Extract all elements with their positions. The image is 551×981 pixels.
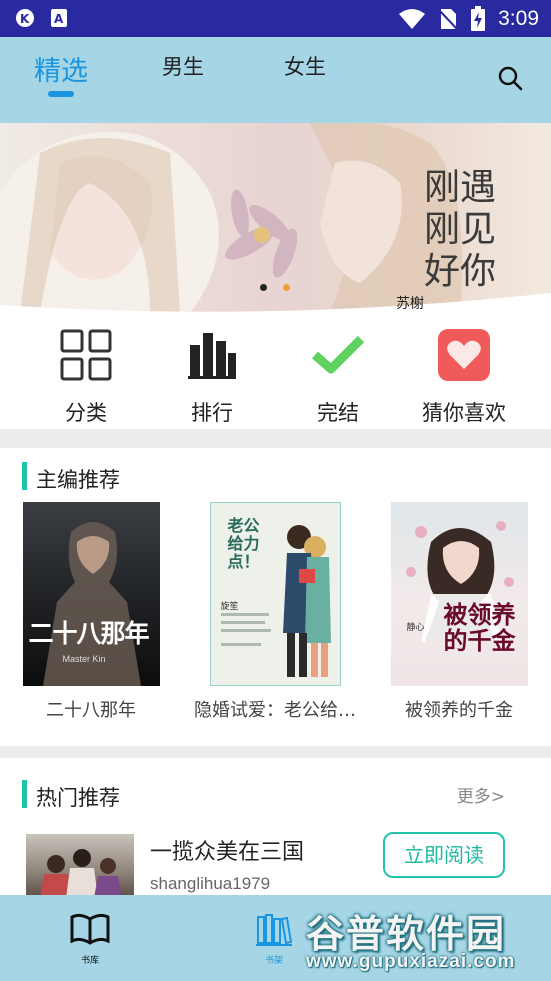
list-item-author: shanglihua1979 bbox=[150, 874, 271, 893]
bookshelf-icon bbox=[256, 914, 293, 946]
indicator-dot[interactable] bbox=[260, 284, 267, 291]
tab-featured[interactable]: 精选 bbox=[34, 49, 88, 88]
hot-picks-section: 热门推荐 更多> 一揽众美在三国 shanglihua1979 立即阅读 bbox=[0, 758, 551, 895]
battery-charging-icon bbox=[471, 6, 486, 31]
book-card[interactable]: 老公给力点！ 旋笙 隐婚试爱：老公给… bbox=[192, 502, 358, 722]
section-title: 主编推荐 bbox=[36, 468, 120, 492]
book-cover: 老公给力点！ 旋笙 bbox=[209, 502, 341, 686]
watermark: 谷普软件园 www.gupuxiazai.com bbox=[300, 897, 551, 981]
book-title: 二十八那年 bbox=[46, 700, 136, 721]
app-icon: K bbox=[16, 9, 34, 27]
status-bar: K A 3:09 bbox=[0, 0, 551, 37]
section-accent-bar bbox=[22, 780, 27, 808]
quick-link-ranking[interactable]: 排行 bbox=[152, 329, 272, 427]
open-book-icon bbox=[70, 913, 110, 945]
heart-icon bbox=[438, 329, 490, 381]
watermark-url: www.gupuxiazai.com bbox=[306, 951, 516, 972]
list-item-title: 一揽众美在三国 bbox=[150, 840, 305, 865]
quick-link-completed[interactable]: 完结 bbox=[278, 329, 398, 427]
tab-female[interactable]: 女生 bbox=[284, 51, 326, 81]
wifi-icon bbox=[399, 9, 426, 29]
section-accent-bar bbox=[22, 462, 27, 490]
quick-link-recommend[interactable]: 猜你喜欢 bbox=[404, 329, 524, 427]
book-title: 被领养的千金 bbox=[405, 700, 513, 721]
tab-male[interactable]: 男生 bbox=[162, 51, 204, 81]
book-cover: 被领养的千金 静心 bbox=[390, 502, 528, 686]
svg-text:A: A bbox=[54, 12, 64, 26]
banner-author: 苏榭 bbox=[396, 296, 424, 312]
book-card[interactable]: 二十八那年 Master Kin 二十八那年 bbox=[8, 502, 174, 722]
book-cover bbox=[26, 834, 134, 895]
more-link[interactable]: 更多> bbox=[457, 782, 505, 807]
top-nav: 精选 男生 女生 bbox=[0, 37, 551, 123]
grid-icon bbox=[60, 329, 112, 381]
no-sim-icon bbox=[438, 9, 458, 30]
bar-chart-icon bbox=[188, 333, 236, 379]
bottom-nav-bookshelf[interactable]: 书架 bbox=[244, 913, 304, 966]
bottom-nav-library[interactable]: 书库 bbox=[60, 913, 120, 966]
check-icon bbox=[312, 335, 365, 374]
read-now-button[interactable]: 立即阅读 bbox=[383, 832, 505, 878]
editor-picks-section: 主编推荐 二十八那年 Master Kin 二十八那年 老公给力点！ 旋笙 隐婚… bbox=[0, 448, 551, 746]
svg-text:K: K bbox=[20, 12, 30, 26]
font-icon: A bbox=[51, 9, 67, 27]
carousel-indicators bbox=[260, 284, 290, 291]
tab-indicator bbox=[48, 91, 74, 97]
list-item[interactable]: 一揽众美在三国 shanglihua1979 立即阅读 bbox=[0, 828, 551, 895]
book-title: 隐婚试爱：老公给… bbox=[194, 700, 356, 721]
quick-link-category[interactable]: 分类 bbox=[26, 329, 146, 427]
banner-title: 刚遇 刚见 好你 bbox=[424, 167, 497, 292]
indicator-dot-active[interactable] bbox=[283, 284, 290, 291]
search-icon[interactable] bbox=[497, 65, 523, 91]
book-card[interactable]: 被领养的千金 静心 被领养的千金 bbox=[376, 502, 542, 722]
book-cover: 二十八那年 Master Kin bbox=[22, 502, 160, 686]
quick-links: 分类 排行 完结 猜你喜欢 bbox=[0, 313, 551, 429]
watermark-text: 谷普软件园 bbox=[306, 912, 507, 956]
status-time: 3:09 bbox=[498, 7, 539, 30]
section-title: 热门推荐 bbox=[36, 786, 120, 810]
